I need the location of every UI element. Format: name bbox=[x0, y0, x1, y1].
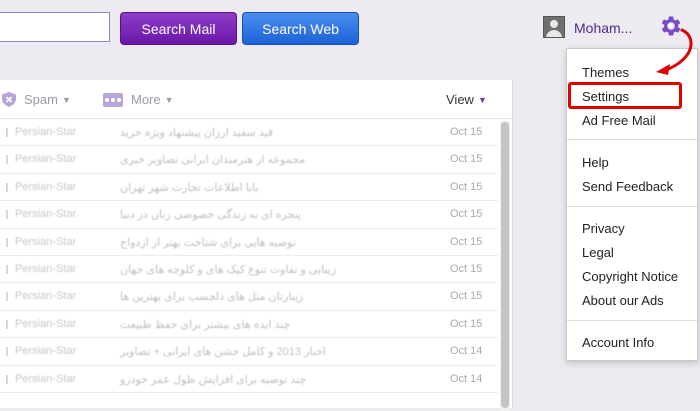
view-button[interactable]: View ▼ bbox=[446, 92, 487, 107]
message-subject: زیبارتان مثل های دلچسب برای بهترین ها bbox=[120, 291, 304, 304]
message-list-panel: Spam ▼ More ▼ View ▼ Persian-Star قید سف… bbox=[0, 80, 513, 411]
message-subject: توصیه هایی برای شناخت بهتر از ازدواج bbox=[120, 236, 296, 249]
menu-item-send-feedback[interactable]: Send Feedback bbox=[582, 179, 673, 194]
menu-item-copyright-notice[interactable]: Copyright Notice bbox=[582, 269, 678, 284]
menu-item-privacy[interactable]: Privacy bbox=[582, 221, 625, 236]
message-date: Oct 15 bbox=[450, 235, 483, 248]
row-checkbox[interactable] bbox=[6, 292, 8, 302]
row-checkbox[interactable] bbox=[6, 374, 8, 384]
message-row[interactable]: Persian-Star اخبار 2013 و کامل جشن های ا… bbox=[0, 338, 498, 366]
row-checkbox[interactable] bbox=[6, 210, 8, 220]
message-subject: قید سفید ارزان پیشنهاد ویژه خرید bbox=[120, 127, 274, 139]
message-sender: Persian-Star bbox=[15, 235, 77, 248]
message-date: Oct 15 bbox=[450, 262, 483, 275]
menu-divider bbox=[567, 320, 697, 321]
message-row[interactable]: Persian-Star مجموعه از هنرمندان ایرانی ت… bbox=[0, 146, 498, 174]
message-sender: Persian-Star bbox=[15, 372, 77, 385]
message-date: Oct 14 bbox=[450, 345, 483, 358]
message-row[interactable]: Persian-Star بابا اطلاعات تجارت شهر تهرا… bbox=[0, 174, 498, 202]
message-date: Oct 15 bbox=[450, 208, 483, 221]
spam-label: Spam bbox=[24, 92, 58, 107]
message-sender: Persian-Star bbox=[15, 290, 77, 303]
message-sender: Persian-Star bbox=[15, 180, 77, 193]
chevron-down-icon: ▼ bbox=[477, 94, 487, 105]
row-checkbox[interactable] bbox=[6, 237, 8, 247]
search-mail-button[interactable]: Search Mail bbox=[120, 12, 237, 45]
message-row[interactable]: Persian-Star چند ایده های بیشتر برای حفظ… bbox=[0, 311, 498, 339]
message-sender: Persian-Star bbox=[15, 317, 77, 330]
search-input[interactable] bbox=[0, 12, 110, 42]
message-date: Oct 15 bbox=[450, 180, 483, 193]
menu-item-legal[interactable]: Legal bbox=[582, 245, 614, 260]
row-checkbox[interactable] bbox=[6, 264, 8, 274]
avatar[interactable] bbox=[543, 16, 565, 38]
message-row[interactable]: Persian-Star زیبارتان مثل های دلچسب برای… bbox=[0, 283, 498, 311]
more-button[interactable]: More ▼ bbox=[103, 92, 174, 107]
user-name-link[interactable]: Moham... bbox=[574, 20, 632, 36]
message-date: Oct 15 bbox=[450, 290, 483, 303]
view-label: View bbox=[446, 92, 474, 107]
spam-button[interactable]: Spam ▼ bbox=[2, 92, 71, 107]
scrollbar-thumb[interactable] bbox=[501, 122, 509, 408]
message-sender: Persian-Star bbox=[15, 345, 77, 358]
row-checkbox[interactable] bbox=[6, 347, 8, 357]
message-subject: بابا اطلاعات تجارت شهر تهران bbox=[120, 181, 259, 194]
row-checkbox[interactable] bbox=[6, 128, 8, 137]
menu-item-help[interactable]: Help bbox=[582, 155, 609, 170]
more-label: More bbox=[131, 92, 161, 107]
search-web-button[interactable]: Search Web bbox=[242, 12, 359, 45]
settings-highlight-box bbox=[568, 82, 682, 109]
message-date: Oct 15 bbox=[450, 126, 483, 138]
message-subject: اخبار 2013 و کامل جشن های ایرانی + تصاوی… bbox=[120, 346, 326, 359]
message-row[interactable]: Persian-Star توصیه هایی برای شناخت بهتر … bbox=[0, 229, 498, 256]
more-icon bbox=[103, 92, 123, 107]
message-subject: زیبایی و تفاوت تنوع کیک های و کلوچه های … bbox=[120, 263, 337, 276]
message-sender: Persian-Star bbox=[15, 126, 77, 138]
message-subject: مجموعه از هنرمندان ایرانی تصاویر خبری bbox=[120, 154, 306, 167]
shield-icon bbox=[2, 92, 16, 107]
message-date: Oct 15 bbox=[450, 153, 483, 166]
menu-divider bbox=[567, 206, 697, 207]
message-row[interactable]: Persian-Star چند توصیه برای افزایش طول ع… bbox=[0, 366, 498, 393]
scrollbar[interactable] bbox=[500, 121, 510, 411]
row-checkbox[interactable] bbox=[6, 182, 8, 192]
menu-item-themes[interactable]: Themes bbox=[582, 65, 629, 80]
message-row[interactable]: Persian-Star قید سفید ارزان پیشنهاد ویژه… bbox=[0, 119, 498, 147]
message-row[interactable]: Persian-Star زیبایی و تفاوت تنوع کیک های… bbox=[0, 256, 498, 284]
message-subject: چند توصیه برای افزایش طول عمر خودرو bbox=[120, 373, 307, 386]
menu-item-account-info[interactable]: Account Info bbox=[582, 335, 654, 350]
message-row[interactable]: Persian-Star پنجره ای به زندگی خصوصی زنا… bbox=[0, 201, 498, 229]
message-list: Persian-Star قید سفید ارزان پیشنهاد ویژه… bbox=[0, 119, 498, 393]
message-subject: پنجره ای به زندگی خصوصی زنان در دنیا bbox=[120, 209, 302, 222]
red-arrow-icon bbox=[656, 28, 693, 75]
row-checkbox[interactable] bbox=[6, 319, 8, 329]
message-sender: Persian-Star bbox=[15, 262, 77, 275]
menu-divider bbox=[567, 139, 697, 140]
menu-item-ad-free-mail[interactable]: Ad Free Mail bbox=[582, 113, 656, 128]
row-checkbox[interactable] bbox=[6, 155, 8, 165]
menu-item-about-our-ads[interactable]: About our Ads bbox=[582, 293, 664, 308]
message-sender: Persian-Star bbox=[15, 153, 77, 166]
list-toolbar: Spam ▼ More ▼ View ▼ bbox=[0, 80, 512, 119]
message-subject: چند ایده های بیشتر برای حفظ طبیعت bbox=[120, 318, 291, 331]
chevron-down-icon: ▼ bbox=[164, 94, 174, 105]
chevron-down-icon: ▼ bbox=[61, 94, 71, 105]
message-date: Oct 15 bbox=[450, 317, 483, 330]
message-date: Oct 14 bbox=[450, 372, 483, 385]
message-sender: Persian-Star bbox=[15, 208, 77, 221]
